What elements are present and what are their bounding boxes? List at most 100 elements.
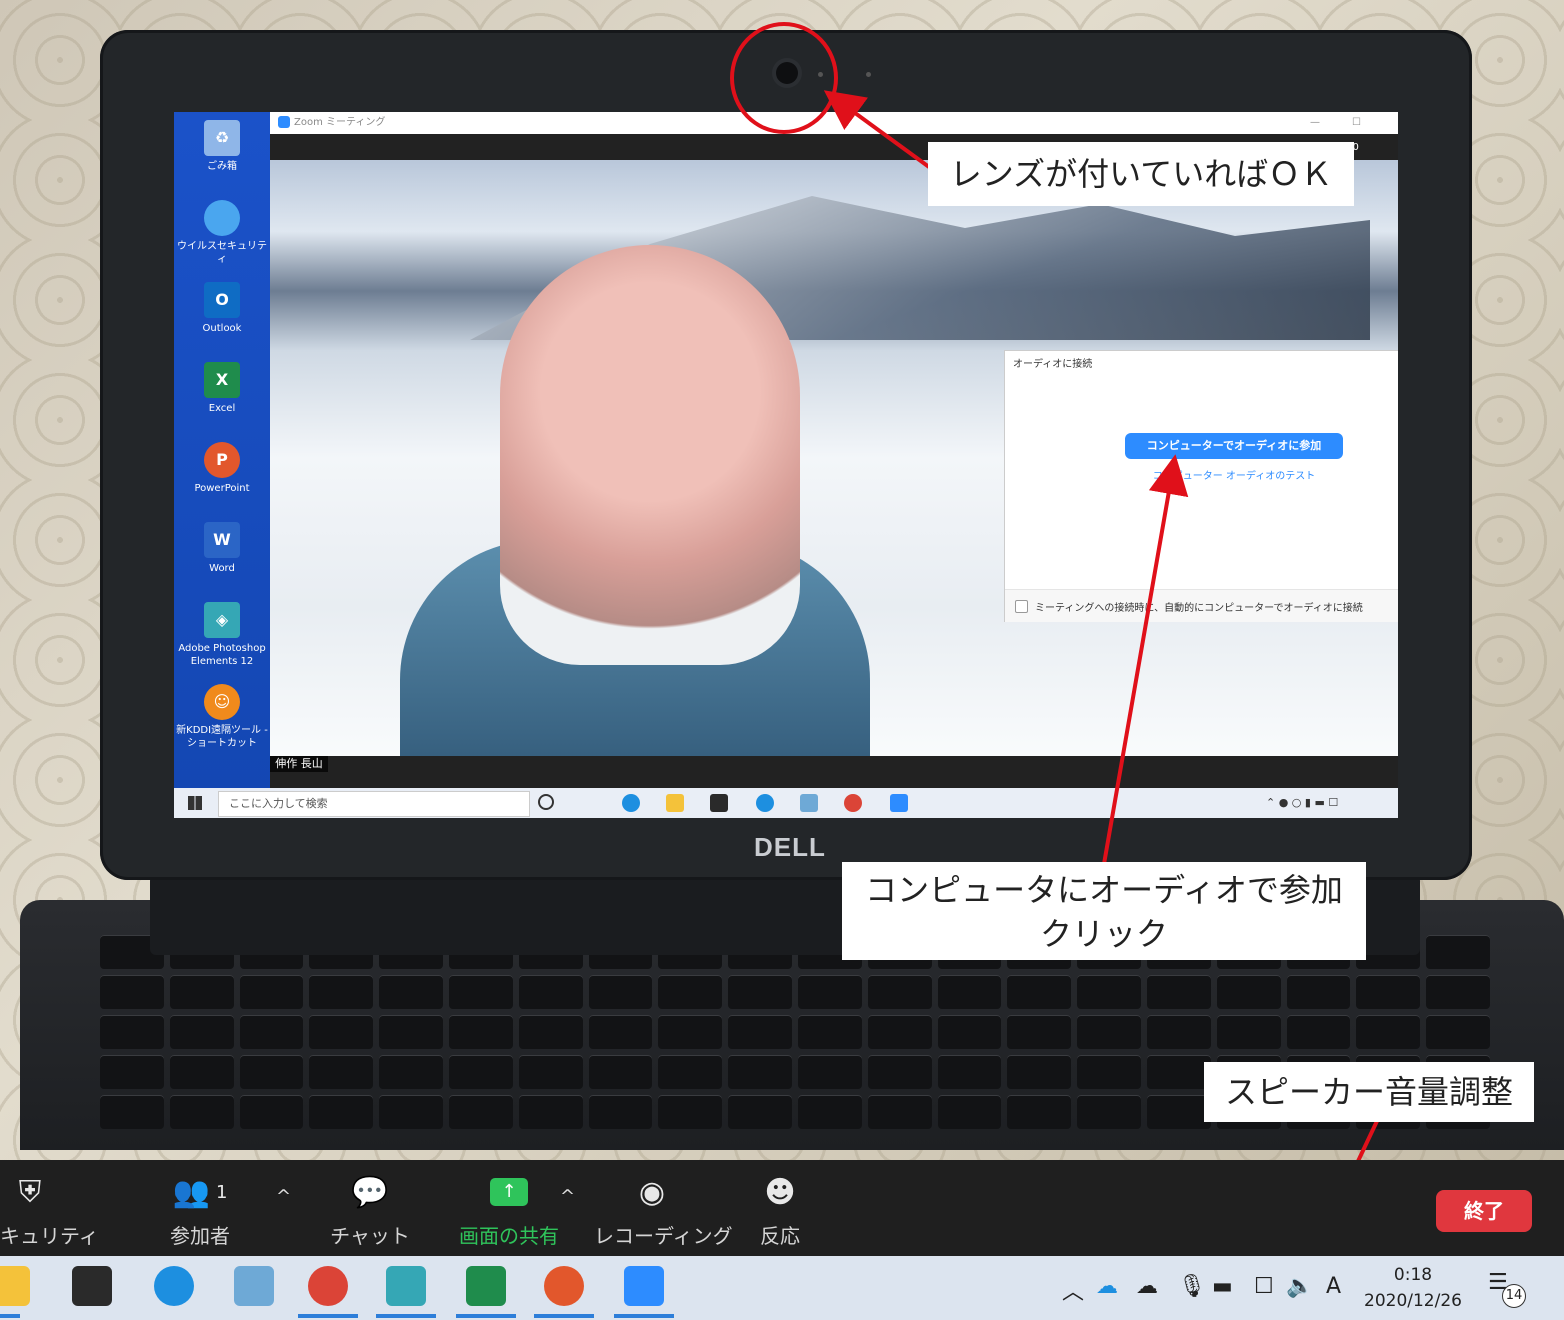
join-annotation-line2: クリック — [1039, 915, 1168, 953]
keyboard-key — [448, 1095, 513, 1129]
desktop-icon-photoshop-elements[interactable]: ◈ Adobe Photoshop Elements 12 — [174, 602, 270, 668]
speaker-annotation: スピーカー音量調整 — [1204, 1062, 1534, 1122]
keyboard-key — [658, 1055, 723, 1089]
file-explorer-icon[interactable] — [0, 1266, 30, 1306]
laptop-screen: ♻ ごみ箱 ウイルスセキュリティ O Outlook X Excel P Pow… — [174, 112, 1398, 818]
keyboard-key — [309, 1095, 374, 1129]
edge-icon[interactable] — [622, 794, 640, 812]
zoom-control-bar: ⛨ セキュリティ 👥1 参加者 ^ 💬 チャット ↑ 画面の共有 ^ ◉ レコー… — [0, 1160, 1564, 1256]
powerpoint-icon[interactable] — [544, 1266, 584, 1306]
kddi-tool-icon: ☺ — [204, 684, 240, 720]
notepad-icon[interactable] — [800, 794, 818, 812]
keyboard-key — [100, 1055, 164, 1089]
record-button[interactable]: ◉ レコーディング — [594, 1172, 733, 1249]
desktop-icon-outlook[interactable]: O Outlook — [174, 282, 270, 335]
desktop-icon-word[interactable]: W Word — [174, 522, 270, 575]
inner-taskbar: ここに入力して検索 ⌃ ● ○ ▮ ▬ ☐ — [174, 788, 1398, 818]
notepad-icon[interactable] — [234, 1266, 274, 1306]
join-annotation-line1: コンピュータにオーディオで参加 — [865, 871, 1343, 909]
onedrive-icon[interactable]: ☁ — [1096, 1274, 1118, 1299]
zoom-title-bar: Zoom ミーティング — ☐ — [270, 112, 1398, 134]
security-button[interactable]: ⛨ セキュリティ — [0, 1172, 99, 1249]
file-explorer-icon[interactable] — [666, 794, 684, 812]
keyboard-key — [1356, 1015, 1421, 1049]
auto-join-checkbox[interactable] — [1015, 600, 1028, 613]
chat-button[interactable]: 💬 チャット — [330, 1172, 410, 1249]
participants-caret-icon[interactable]: ^ — [276, 1186, 291, 1207]
desktop-icon-label: PowerPoint — [194, 483, 250, 494]
end-meeting-button[interactable]: 終了 — [1436, 1190, 1532, 1232]
keyboard-key — [797, 975, 862, 1009]
speaker-icon[interactable]: 🔈 — [1286, 1274, 1313, 1299]
test-audio-link[interactable]: コンピューター オーディオのテスト — [1125, 467, 1343, 482]
zoom-icon[interactable] — [890, 794, 908, 812]
security-icon — [204, 200, 240, 236]
desktop-icon-excel[interactable]: X Excel — [174, 362, 270, 415]
desktop-icon-label: ウイルスセキュリティ — [177, 241, 267, 265]
dell-logo: DELL — [754, 832, 826, 862]
zoom-icon[interactable] — [624, 1266, 664, 1306]
share-caret-icon[interactable]: ^ — [560, 1186, 575, 1207]
keyboard-key — [100, 1015, 164, 1049]
chrome-icon[interactable] — [844, 794, 862, 812]
keyboard-key — [1146, 1095, 1211, 1129]
cloud-icon[interactable]: ☁ — [1136, 1274, 1158, 1299]
keyboard-key — [1077, 975, 1141, 1009]
keyboard-key — [1426, 975, 1490, 1009]
reactions-button[interactable]: ☻ 反応 — [748, 1172, 812, 1249]
keyboard-key — [1286, 1015, 1351, 1049]
keyboard-key — [1426, 1015, 1490, 1049]
keyboard-key — [448, 975, 513, 1009]
participants-label: 参加者 — [170, 1224, 230, 1248]
excel-icon[interactable] — [466, 1266, 506, 1306]
keyboard-key — [658, 1095, 723, 1129]
network-icon[interactable]: ☐ — [1254, 1274, 1274, 1299]
battery-icon[interactable]: ▬ — [1212, 1274, 1233, 1299]
desktop-icon-virus-security[interactable]: ウイルスセキュリティ — [174, 200, 270, 266]
ime-icon[interactable]: A — [1326, 1274, 1341, 1299]
dialog-footer: ミーティングへの接続時に、自動的にコンピューターでオーディオに接続 — [1005, 589, 1398, 622]
taskbar-search-input[interactable]: ここに入力して検索 — [218, 791, 530, 817]
taskbar-clock[interactable]: 0:18 2020/12/26 — [1358, 1262, 1468, 1314]
share-screen-button[interactable]: ↑ 画面の共有 — [454, 1172, 564, 1249]
clock-date: 2020/12/26 — [1364, 1291, 1462, 1311]
keyboard-key — [239, 975, 304, 1009]
keyboard-key — [448, 1015, 513, 1049]
outlook-icon: O — [204, 282, 240, 318]
record-label: レコーディング — [594, 1224, 733, 1248]
desktop-icon-label: Adobe Photoshop Elements 12 — [178, 643, 266, 667]
active-indicator — [534, 1314, 594, 1318]
store-icon[interactable] — [72, 1266, 112, 1306]
share-screen-label: 画面の共有 — [459, 1224, 559, 1248]
join-computer-audio-button[interactable]: コンピューターでオーディオに参加 — [1125, 433, 1343, 459]
participants-button[interactable]: 👥 1 参加者 — [160, 1172, 240, 1249]
desktop-icon-powerpoint[interactable]: P PowerPoint — [174, 442, 270, 495]
keyboard-key — [937, 1015, 1002, 1049]
notification-center-icon[interactable]: ☰ 14 — [1488, 1270, 1526, 1308]
cortana-icon[interactable] — [538, 794, 554, 810]
keyboard-key — [1356, 975, 1421, 1009]
chrome-icon[interactable] — [308, 1266, 348, 1306]
store-icon[interactable] — [710, 794, 728, 812]
lens-annotation: レンズが付いていればＯＫ — [928, 142, 1354, 206]
maximize-icon[interactable]: ☐ — [1352, 112, 1361, 134]
desktop-icon-recycle-bin[interactable]: ♻ ごみ箱 — [174, 120, 270, 173]
keyboard-key — [728, 1015, 792, 1049]
active-indicator — [0, 1314, 20, 1318]
photoshop-elements-icon[interactable] — [386, 1266, 426, 1306]
keyboard-key — [239, 1015, 304, 1049]
audio-connect-dialog: オーディオに接続 ✕ コンピューターでオーディオに参加 コンピューター オーディ… — [1004, 350, 1398, 622]
windows-start-icon[interactable] — [188, 796, 202, 810]
microphone-icon[interactable]: 🎙 — [1178, 1274, 1206, 1299]
desktop-icon-kddi-tool[interactable]: ☺ 新KDDI遠隔ツール - ショートカット — [174, 684, 270, 750]
keyboard-key — [1146, 975, 1211, 1009]
zoom-logo-icon — [278, 116, 290, 128]
tray-overflow-icon[interactable]: ︿ — [1062, 1274, 1084, 1306]
join-annotation: コンピュータにオーディオで参加 クリック — [842, 862, 1366, 960]
keyboard-key — [937, 975, 1002, 1009]
tool-icon[interactable] — [154, 1266, 194, 1306]
tool-icon[interactable] — [756, 794, 774, 812]
keyboard-key — [1146, 1015, 1211, 1049]
minimize-icon[interactable]: — — [1310, 112, 1320, 134]
keyboard-key — [518, 975, 583, 1009]
